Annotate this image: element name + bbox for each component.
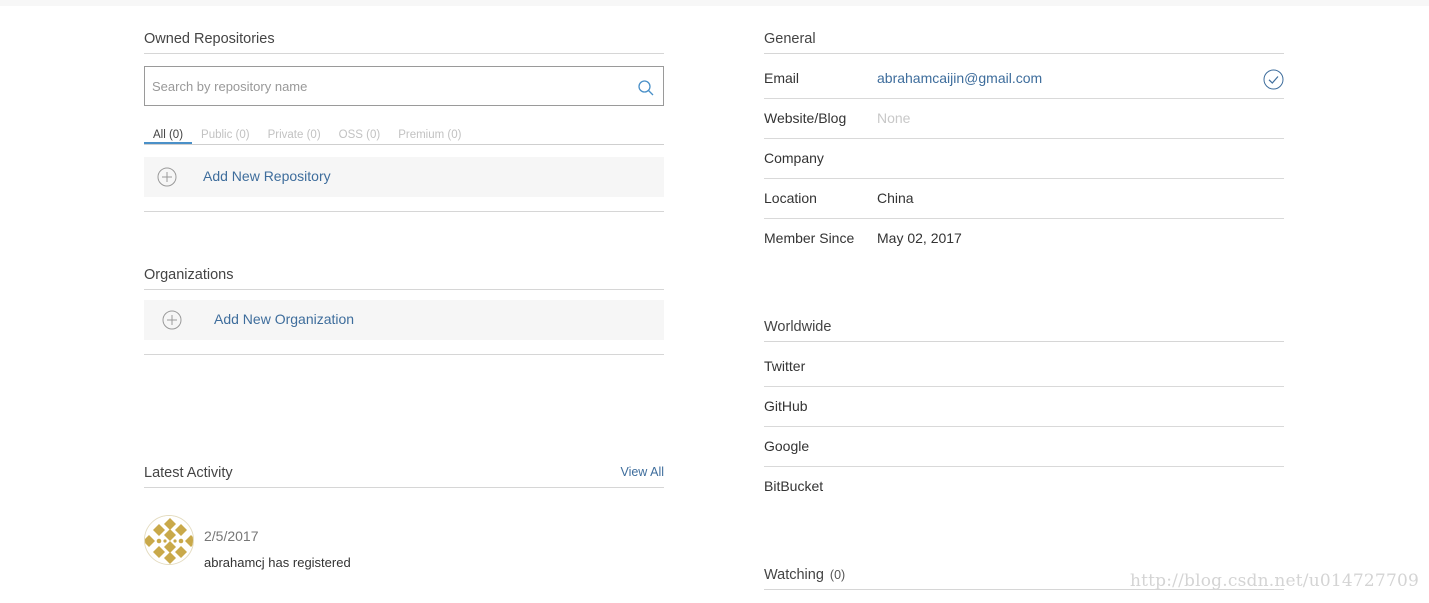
- worldwide-title: Worldwide: [764, 318, 1284, 342]
- add-repository-row[interactable]: Add New Repository: [144, 157, 664, 197]
- tab-private[interactable]: Private (0): [259, 125, 330, 144]
- bitbucket-label: BitBucket: [764, 478, 824, 494]
- tab-public[interactable]: Public (0): [192, 125, 259, 144]
- info-row-github: GitHub: [764, 387, 1284, 427]
- divider: [144, 211, 664, 212]
- watching-label: Watching: [764, 567, 824, 583]
- info-row-bitbucket: BitBucket: [764, 467, 1284, 507]
- member-since-value: May 02, 2017: [877, 230, 962, 246]
- tab-all[interactable]: All (0): [144, 125, 193, 144]
- github-label: GitHub: [764, 398, 808, 414]
- organizations-title: Organizations: [144, 266, 664, 290]
- info-row-location: Location China: [764, 179, 1284, 219]
- add-new-organization-link[interactable]: Add New Organization: [214, 311, 354, 327]
- website-value: None: [877, 110, 911, 126]
- activity-date: 2/5/2017: [204, 528, 259, 544]
- info-row-email: Email abrahamcaijin@gmail.com: [764, 59, 1284, 99]
- identicon-avatar: [145, 516, 193, 564]
- location-label: Location: [764, 190, 817, 206]
- general-title: General: [764, 30, 1284, 54]
- add-organization-row[interactable]: Add New Organization: [144, 300, 664, 340]
- add-new-repository-link[interactable]: Add New Repository: [203, 168, 331, 184]
- info-row-website: Website/Blog None: [764, 99, 1284, 139]
- search-icon[interactable]: [637, 79, 655, 97]
- member-since-label: Member Since: [764, 230, 855, 246]
- latest-activity-title: Latest Activity: [144, 464, 664, 488]
- tab-oss[interactable]: OSS (0): [330, 125, 390, 144]
- tab-premium[interactable]: Premium (0): [389, 125, 470, 144]
- info-row-member-since: Member Since May 02, 2017: [764, 219, 1284, 259]
- location-value: China: [877, 190, 914, 206]
- repository-search-input[interactable]: [145, 67, 615, 105]
- twitter-label: Twitter: [764, 358, 806, 374]
- email-value[interactable]: abrahamcaijin@gmail.com: [877, 70, 1042, 86]
- plus-circle-icon[interactable]: [157, 167, 177, 187]
- activity-description: abrahamcj has registered: [204, 555, 351, 570]
- email-label: Email: [764, 70, 800, 86]
- owned-repositories-title: Owned Repositories: [144, 30, 664, 54]
- view-all-link[interactable]: View All: [620, 465, 664, 479]
- avatar: [144, 515, 194, 565]
- website-label: Website/Blog: [764, 110, 847, 126]
- watching-count: (0): [829, 568, 846, 582]
- info-row-company: Company: [764, 139, 1284, 179]
- divider: [144, 354, 664, 355]
- company-label: Company: [764, 150, 824, 166]
- watermark: http://blog.csdn.net/u014727709: [1129, 571, 1419, 591]
- check-circle-icon: [1263, 69, 1284, 90]
- plus-circle-icon[interactable]: [162, 310, 182, 330]
- repository-search-box: [144, 66, 664, 106]
- info-row-twitter: Twitter: [764, 347, 1284, 387]
- top-strip: [0, 0, 1429, 6]
- google-label: Google: [764, 438, 810, 454]
- info-row-google: Google: [764, 427, 1284, 467]
- repository-tabs: All (0) Public (0) Private (0) OSS (0) P…: [144, 125, 664, 145]
